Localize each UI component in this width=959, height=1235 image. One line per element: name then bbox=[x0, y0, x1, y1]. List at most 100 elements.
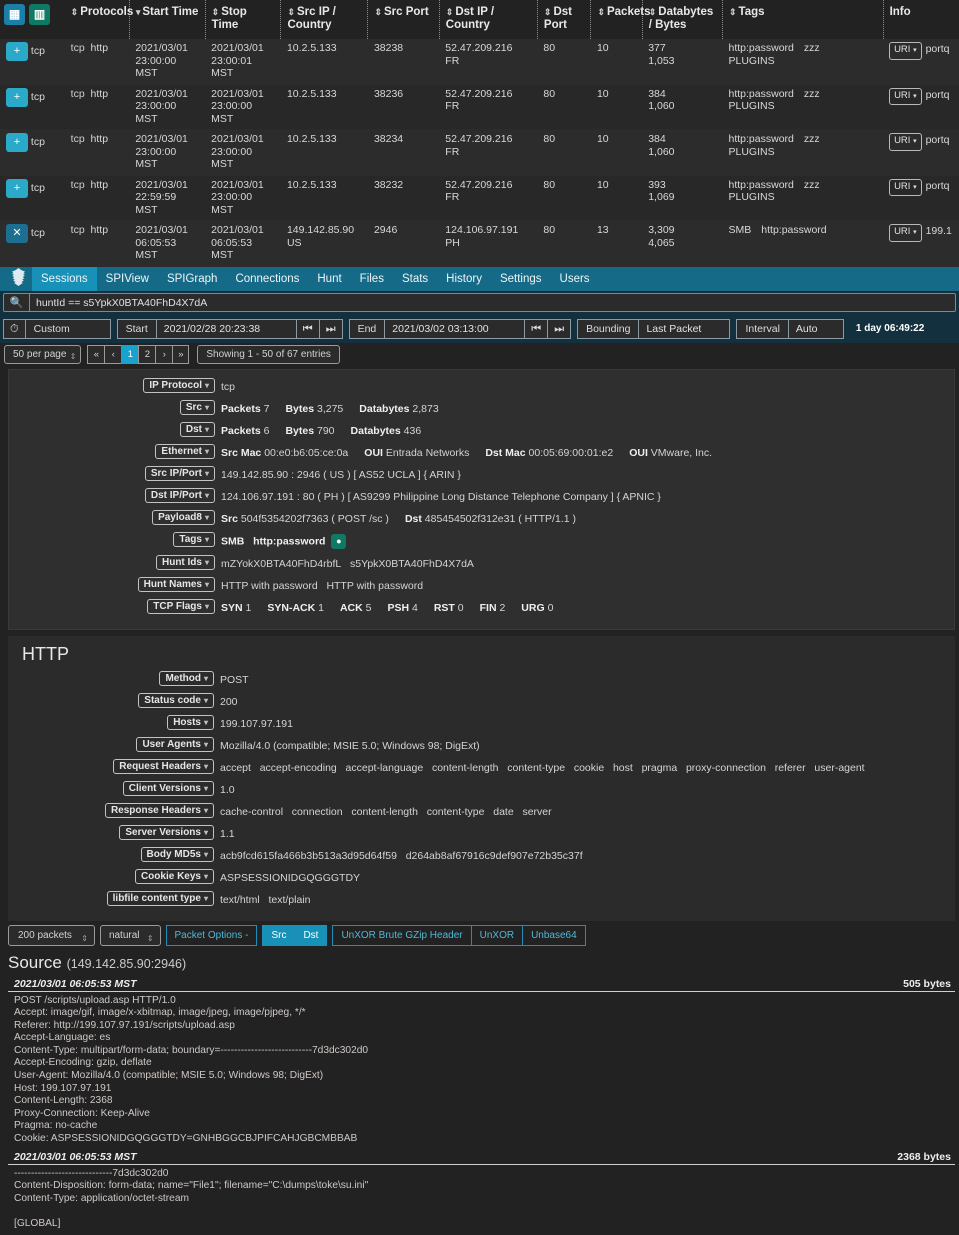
packet-count-select[interactable]: 200 packets ⇕ bbox=[8, 924, 95, 946]
unxor-button[interactable]: UnXOR bbox=[470, 924, 523, 946]
http-value[interactable]: proxy-connection bbox=[686, 762, 766, 774]
tag-chip[interactable]: http:password bbox=[729, 42, 794, 55]
list-value[interactable]: HTTP with password bbox=[221, 580, 318, 592]
detail-field-button[interactable]: Src IP/Port ▾ bbox=[144, 465, 215, 481]
tag-chip[interactable]: PLUGINS bbox=[729, 100, 775, 113]
http-field-button[interactable]: Method ▾ bbox=[159, 670, 214, 686]
http-value[interactable]: 200 bbox=[220, 696, 238, 708]
nav-item-spiview[interactable]: SPIView bbox=[97, 267, 158, 291]
http-value[interactable]: text/html bbox=[220, 894, 260, 906]
tag-chip[interactable]: PLUGINS bbox=[729, 55, 775, 68]
app-logo-icon[interactable] bbox=[4, 268, 32, 289]
http-field-button[interactable]: Cookie Keys ▾ bbox=[134, 868, 214, 884]
http-value[interactable]: accept-encoding bbox=[260, 762, 337, 774]
detail-field-button[interactable]: IP Protocol ▾ bbox=[143, 377, 215, 393]
http-value[interactable]: 1.0 bbox=[220, 784, 235, 796]
tag-chip[interactable]: http:password bbox=[729, 88, 794, 101]
collapse-row-icon[interactable]: ✕ bbox=[6, 224, 28, 243]
tag-chip[interactable]: SMB bbox=[729, 224, 752, 237]
nav-item-connections[interactable]: Connections bbox=[226, 267, 308, 291]
time-range-select[interactable]: Custom bbox=[24, 318, 111, 339]
http-value[interactable]: pragma bbox=[642, 762, 678, 774]
http-field-button[interactable]: Response Headers ▾ bbox=[104, 802, 214, 818]
column-header-tags[interactable]: ⇕ Tags bbox=[722, 0, 884, 39]
table-row[interactable]: + tcp tcp http 2021/03/01 23:00:00 MST 2021/… bbox=[0, 129, 959, 176]
http-value[interactable]: Mozilla/4.0 (compatible; MSIE 5.0; Windo… bbox=[220, 740, 480, 752]
uri-dropdown-button[interactable]: URI ▾ bbox=[889, 42, 922, 60]
page-1-button[interactable]: 1 bbox=[121, 345, 139, 364]
http-value[interactable]: content-length bbox=[351, 806, 418, 818]
http-value[interactable]: cache-control bbox=[220, 806, 283, 818]
detail-field-button[interactable]: TCP Flags ▾ bbox=[147, 598, 215, 614]
detail-field-button[interactable]: Payload8 ▾ bbox=[152, 509, 215, 525]
expand-row-icon[interactable]: + bbox=[6, 178, 28, 198]
uri-dropdown-button[interactable]: URI ▾ bbox=[889, 133, 922, 151]
search-icon[interactable]: 🔍 bbox=[3, 293, 29, 312]
column-header-dst-port[interactable]: ⇕ Dst Port bbox=[537, 0, 592, 39]
clock-icon[interactable]: ⏱ bbox=[3, 318, 25, 339]
tag-chip[interactable]: zzz bbox=[804, 179, 820, 192]
per-page-select[interactable]: 50 per page ⇕ bbox=[4, 345, 82, 364]
start-skip-back-icon[interactable]: ⏮ bbox=[295, 318, 319, 339]
http-value[interactable]: content-length bbox=[432, 762, 499, 774]
expand-row-icon[interactable]: + bbox=[6, 42, 28, 61]
http-value[interactable]: POST bbox=[220, 674, 249, 686]
list-value[interactable]: mZYokX0BTA40FhD4rbfL bbox=[221, 558, 341, 570]
expand-row-icon[interactable]: + bbox=[6, 87, 28, 107]
http-value[interactable]: accept-language bbox=[346, 762, 424, 774]
detail-field-button[interactable]: Src ▾ bbox=[179, 399, 215, 415]
http-value[interactable]: content-type bbox=[507, 762, 565, 774]
nav-item-sessions[interactable]: Sessions bbox=[32, 266, 97, 291]
grid-icon[interactable]: ▦ bbox=[4, 4, 25, 25]
end-skip-back-icon[interactable]: ⏮ bbox=[524, 318, 548, 339]
http-value[interactable]: cookie bbox=[574, 762, 604, 774]
page-first-button[interactable]: « bbox=[87, 345, 105, 364]
interval-select[interactable]: Auto bbox=[787, 318, 844, 339]
page-2-button[interactable]: 2 bbox=[138, 345, 156, 364]
table-row[interactable]: + tcp tcp http 2021/03/01 23:00:00 MST 2021/… bbox=[0, 84, 959, 130]
uri-dropdown-button[interactable]: URI ▾ bbox=[889, 178, 922, 196]
packet-options-button[interactable]: Packet Options - bbox=[165, 924, 258, 946]
tag-chip[interactable]: zzz bbox=[804, 133, 820, 146]
http-value[interactable]: date bbox=[493, 806, 513, 818]
page-last-button[interactable]: » bbox=[172, 345, 190, 364]
detail-field-button[interactable]: Dst IP/Port ▾ bbox=[144, 487, 215, 503]
tag-chip[interactable]: http:password bbox=[761, 224, 826, 237]
http-value[interactable]: d264ab8af67916c9def907e72b35c37f bbox=[406, 850, 583, 862]
detail-field-button[interactable]: Hunt Names ▾ bbox=[137, 576, 215, 592]
http-value[interactable]: text/plain bbox=[268, 894, 310, 906]
unbase64-button[interactable]: Unbase64 bbox=[522, 924, 586, 946]
http-value[interactable]: acb9fcd615fa466b3b513a3d95d64f59 bbox=[220, 850, 397, 862]
tag-chip[interactable]: http:password bbox=[729, 179, 794, 192]
http-field-button[interactable]: User Agents ▾ bbox=[136, 736, 214, 752]
detail-field-button[interactable]: Dst ▾ bbox=[179, 421, 215, 437]
uri-dropdown-button[interactable]: URI ▾ bbox=[889, 224, 922, 242]
detail-field-button[interactable]: Hunt Ids ▾ bbox=[155, 554, 215, 570]
detail-field-button[interactable]: Tags ▾ bbox=[173, 531, 215, 547]
nav-item-settings[interactable]: Settings bbox=[491, 267, 551, 291]
add-tag-icon[interactable]: ● bbox=[331, 533, 347, 549]
column-header-stop-time[interactable]: ⇕ Stop Time bbox=[205, 0, 282, 39]
http-value[interactable]: referer bbox=[775, 762, 806, 774]
column-header-packets[interactable]: ⇕ Packets bbox=[590, 0, 650, 39]
table-row[interactable]: + tcp tcp http 2021/03/01 23:00:00 MST 2021/… bbox=[0, 39, 959, 85]
nav-item-history[interactable]: History bbox=[437, 267, 491, 291]
http-field-button[interactable]: Request Headers ▾ bbox=[113, 758, 214, 774]
http-value[interactable]: 1.1 bbox=[220, 828, 235, 840]
expand-row-icon[interactable]: + bbox=[6, 133, 28, 152]
tag-chip[interactable]: http:password bbox=[729, 133, 794, 146]
detail-field-button[interactable]: Ethernet ▾ bbox=[155, 443, 215, 459]
list-value[interactable]: s5YpkX0BTA40FhD4X7dA bbox=[350, 558, 474, 570]
http-value[interactable]: content-type bbox=[427, 806, 485, 818]
table-row[interactable]: + tcp tcp http 2021/03/01 22:59:59 MST 2021/… bbox=[0, 175, 959, 221]
start-time-input[interactable]: 2021/02/28 20:23:38 bbox=[155, 318, 296, 339]
http-field-button[interactable]: Body MD5s ▾ bbox=[140, 846, 214, 862]
tag-chip[interactable]: zzz bbox=[804, 88, 820, 101]
page-next-button[interactable]: › bbox=[155, 345, 173, 364]
tag-chip[interactable]: PLUGINS bbox=[729, 146, 775, 159]
http-value[interactable]: 199.107.97.191 bbox=[220, 718, 293, 730]
nav-item-stats[interactable]: Stats bbox=[393, 267, 437, 291]
nav-item-files[interactable]: Files bbox=[351, 267, 393, 291]
http-value[interactable]: server bbox=[522, 806, 551, 818]
http-field-button[interactable]: Status code ▾ bbox=[138, 692, 214, 708]
